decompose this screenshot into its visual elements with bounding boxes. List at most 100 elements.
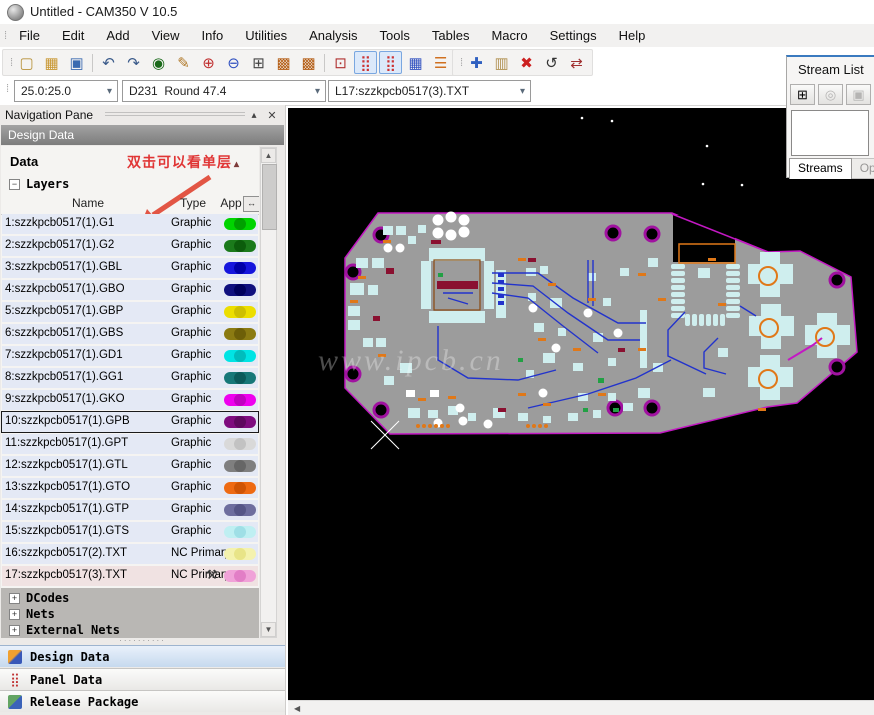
- layer-color-swatch[interactable]: [224, 394, 256, 406]
- column-header-name[interactable]: Name: [9, 196, 167, 210]
- nets-tree-node[interactable]: + Nets: [1, 606, 259, 622]
- menu-analysis[interactable]: Analysis: [298, 25, 368, 46]
- design-data-button[interactable]: Design Data: [0, 645, 285, 667]
- delete-icon[interactable]: ✖: [515, 51, 538, 74]
- layer-row[interactable]: 4:szzkpcb0517(1).GBOGraphic: [2, 280, 258, 300]
- menu-info[interactable]: Info: [191, 25, 235, 46]
- mirror-icon[interactable]: ⇄: [565, 51, 588, 74]
- layer-row[interactable]: 8:szzkpcb0517(1).GG1Graphic: [2, 368, 258, 388]
- collapse-minus-icon[interactable]: −: [9, 179, 20, 190]
- scroll-up-icon[interactable]: ▲: [261, 148, 276, 163]
- pcb-viewport[interactable]: www.ipcb.cn: [288, 108, 874, 700]
- layer-color-swatch[interactable]: [224, 504, 256, 516]
- zoom-out-icon[interactable]: ⊖: [222, 51, 245, 74]
- layer-color-swatch[interactable]: [224, 526, 256, 538]
- dcode-combo[interactable]: D231 Round 47.4 ▾: [122, 80, 326, 102]
- tab-streams[interactable]: Streams: [789, 158, 852, 179]
- layer-sets-icon[interactable]: ☰: [429, 51, 452, 74]
- layer-color-swatch[interactable]: [224, 570, 256, 582]
- copy-icon[interactable]: ▥: [490, 51, 513, 74]
- layer-color-swatch[interactable]: [224, 438, 256, 450]
- negative-film2-icon[interactable]: ▩: [297, 51, 320, 74]
- save-icon[interactable]: ▣: [65, 51, 88, 74]
- expand-plus-icon[interactable]: +: [9, 625, 20, 636]
- pane-splitter[interactable]: ··········: [0, 638, 285, 645]
- layer-color-swatch[interactable]: [224, 284, 256, 296]
- layer-color-swatch[interactable]: [224, 262, 256, 274]
- layer-row[interactable]: 5:szzkpcb0517(1).GBPGraphic: [2, 302, 258, 322]
- dcodes-tree-node[interactable]: + DCodes: [1, 590, 259, 606]
- grid-snap-icon[interactable]: ⣿: [354, 51, 377, 74]
- layer-row[interactable]: 1:szzkpcb0517(1).G1Graphic: [2, 214, 258, 234]
- tab-opti[interactable]: Opti: [852, 158, 874, 179]
- expand-plus-icon[interactable]: +: [9, 593, 20, 604]
- menu-view[interactable]: View: [141, 25, 191, 46]
- layer-row[interactable]: 10:szzkpcb0517(1).GPBGraphic: [2, 412, 258, 432]
- grid-combo[interactable]: 25.0:25.0 ▾: [14, 80, 118, 102]
- layer-color-swatch[interactable]: [224, 350, 256, 362]
- layer-row[interactable]: 7:szzkpcb0517(1).GD1Graphic: [2, 346, 258, 366]
- layer-row[interactable]: 12:szzkpcb0517(1).GTLGraphic: [2, 456, 258, 476]
- column-resize-icon[interactable]: ↔: [243, 196, 259, 212]
- menu-edit[interactable]: Edit: [51, 25, 95, 46]
- layer-row[interactable]: 13:szzkpcb0517(1).GTOGraphic: [2, 478, 258, 498]
- open-folder-icon[interactable]: ▦: [40, 51, 63, 74]
- menu-tools[interactable]: Tools: [369, 25, 421, 46]
- panel-data-button[interactable]: ⣿Panel Data: [0, 668, 285, 690]
- layer-color-swatch[interactable]: [224, 240, 256, 252]
- layer-row[interactable]: 17:szzkpcb0517(3).TXTNC Primary⚒: [2, 566, 258, 586]
- layer-row[interactable]: 11:szzkpcb0517(1).GPTGraphic: [2, 434, 258, 454]
- menu-macro[interactable]: Macro: [480, 25, 538, 46]
- layer-color-swatch[interactable]: [224, 372, 256, 384]
- pane-drag-grip[interactable]: [105, 112, 245, 118]
- menu-tables[interactable]: Tables: [421, 25, 481, 46]
- query-icon[interactable]: ◉: [147, 51, 170, 74]
- scroll-left-icon[interactable]: ◀: [294, 704, 300, 713]
- layer-row[interactable]: 9:szzkpcb0517(1).GKOGraphic: [2, 390, 258, 410]
- add-view-icon[interactable]: ⊞: [247, 51, 270, 74]
- column-header-app[interactable]: App: [217, 196, 245, 210]
- expand-plus-icon[interactable]: +: [9, 609, 20, 620]
- layer-row[interactable]: 6:szzkpcb0517(1).GBSGraphic: [2, 324, 258, 344]
- horizontal-scrollbar[interactable]: ◀: [288, 700, 874, 715]
- layer-color-swatch[interactable]: [224, 218, 256, 230]
- stream-list-box[interactable]: [791, 110, 869, 156]
- layer-row[interactable]: 15:szzkpcb0517(1).GTSGraphic: [2, 522, 258, 542]
- zoom-in-icon[interactable]: ⊕: [197, 51, 220, 74]
- layers-tree-node[interactable]: − Layers: [9, 177, 69, 191]
- layer-colors-icon[interactable]: ▦: [404, 51, 427, 74]
- rotate-icon[interactable]: ↺: [540, 51, 563, 74]
- layer-color-swatch[interactable]: [224, 482, 256, 494]
- menu-settings[interactable]: Settings: [539, 25, 608, 46]
- menu-utilities[interactable]: Utilities: [234, 25, 298, 46]
- layer-color-swatch[interactable]: [224, 306, 256, 318]
- menu-help[interactable]: Help: [608, 25, 657, 46]
- move-icon[interactable]: ✚: [465, 51, 488, 74]
- layer-row[interactable]: 16:szzkpcb0517(2).TXTNC Primary: [2, 544, 258, 564]
- layer-color-swatch[interactable]: [224, 416, 256, 428]
- board-outline-icon[interactable]: ⊡: [329, 51, 352, 74]
- release-package-button[interactable]: Release Package: [0, 690, 285, 712]
- close-pane-button[interactable]: ✕: [265, 108, 279, 122]
- collapse-pane-button[interactable]: ▴: [247, 108, 261, 122]
- layer-row[interactable]: 14:szzkpcb0517(1).GTPGraphic: [2, 500, 258, 520]
- scroll-down-icon[interactable]: ▼: [261, 622, 276, 637]
- vertical-scrollbar[interactable]: ▲ ▼: [260, 147, 277, 638]
- grid-points-icon[interactable]: ⣿: [379, 51, 402, 74]
- menu-add[interactable]: Add: [95, 25, 140, 46]
- layer-color-swatch[interactable]: [224, 460, 256, 472]
- new-file-icon[interactable]: ▢: [15, 51, 38, 74]
- clean-icon[interactable]: ✎: [172, 51, 195, 74]
- column-header-type[interactable]: Type: [169, 196, 217, 210]
- layer-color-swatch[interactable]: [224, 548, 256, 560]
- edit-stream-button[interactable]: ◎: [818, 84, 843, 105]
- menu-file[interactable]: File: [8, 25, 51, 46]
- save-stream-button[interactable]: ▣: [846, 84, 871, 105]
- undo-icon[interactable]: ↶: [97, 51, 120, 74]
- layer-color-swatch[interactable]: [224, 328, 256, 340]
- scrollbar-thumb[interactable]: [262, 164, 277, 230]
- redo-icon[interactable]: ↷: [122, 51, 145, 74]
- layer-row[interactable]: 3:szzkpcb0517(1).GBLGraphic: [2, 258, 258, 278]
- add-stream-button[interactable]: ⊞: [790, 84, 815, 105]
- negative-film-icon[interactable]: ▩: [272, 51, 295, 74]
